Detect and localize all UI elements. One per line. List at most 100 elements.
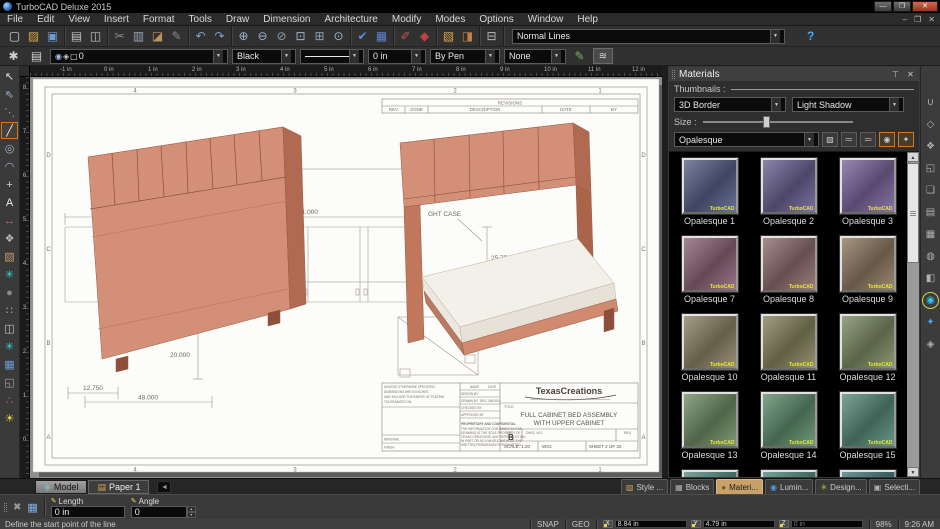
material-item[interactable]: TurboCAD Opalesque 3 — [828, 152, 907, 230]
material-swatch[interactable]: TurboCAD — [840, 392, 896, 448]
menu-item[interactable]: Modify — [385, 13, 428, 26]
scrollbar-thumb[interactable] — [907, 163, 919, 263]
menu-item[interactable]: Tools — [182, 13, 219, 26]
menu-item[interactable]: Architecture — [318, 13, 385, 26]
menu-item[interactable]: Options — [472, 13, 520, 26]
vertical-ruler[interactable]: 876543210 — [20, 77, 30, 478]
arc-tool[interactable]: ◠ — [1, 158, 18, 175]
calculator-icon[interactable]: ▦ — [27, 501, 37, 514]
ruler-corner[interactable] — [20, 66, 30, 77]
blend-tool[interactable]: ❖ — [922, 138, 939, 155]
chevron-down-icon[interactable]: ▼ — [771, 98, 781, 111]
menu-item[interactable]: Format — [136, 13, 182, 26]
palette-tab[interactable]: ● Materi... — [716, 479, 763, 494]
menu-item[interactable]: View — [61, 13, 97, 26]
material-swatch[interactable]: TurboCAD — [682, 314, 738, 370]
document-tab[interactable]: ◈ Model — [35, 480, 87, 494]
coordinate-input[interactable]: 8.84 in — [615, 520, 687, 528]
material-item[interactable]: TurboCAD Opalesque 7 — [670, 230, 749, 308]
settings-gear-icon[interactable]: ✱ — [4, 47, 23, 65]
palette-tab[interactable]: ▦ Blocks — [670, 479, 714, 494]
material-swatch[interactable]: TurboCAD — [682, 158, 738, 214]
workspace-icon[interactable]: ⊟ — [482, 27, 501, 45]
materials-scrollbar[interactable]: ▲ ▼ — [907, 152, 919, 477]
chevron-down-icon[interactable]: ▼ — [281, 50, 291, 63]
target-snap-tool[interactable]: ◉ — [922, 292, 939, 309]
facet-editor-tool[interactable]: ✳ — [1, 266, 18, 283]
shadow-style-combo[interactable]: Light Shadow ▼ — [792, 97, 904, 112]
chevron-down-icon[interactable]: ▼ — [411, 50, 421, 63]
new-file-icon[interactable]: ▢ — [5, 27, 24, 45]
format-painter-icon[interactable]: ✎ — [167, 27, 186, 45]
material-swatch[interactable]: TurboCAD — [761, 158, 817, 214]
zoom-full-icon[interactable]: ⊙ — [329, 27, 348, 45]
material-swatch[interactable]: TurboCAD — [761, 470, 817, 477]
snap-check-icon[interactable]: ✔ — [353, 27, 372, 45]
extrude-tool[interactable]: ◫ — [1, 320, 18, 337]
material-item[interactable]: TurboCAD Opalesque 11 — [749, 308, 828, 386]
assemble-tool[interactable]: ◱ — [1, 374, 18, 391]
geo-toggle[interactable]: GEO — [565, 519, 596, 529]
material-item[interactable]: TurboCAD Opalesque 14 — [749, 386, 828, 464]
menu-item[interactable]: Draw — [219, 13, 256, 26]
menu-item[interactable]: Window — [521, 13, 571, 26]
sphere-3d-tool[interactable]: ● — [1, 284, 18, 301]
zoom-previous-icon[interactable]: ⊘ — [272, 27, 291, 45]
line-width-combo[interactable]: 0 in ▼ — [368, 49, 426, 64]
half-section-tool[interactable]: ◧ — [922, 270, 939, 287]
panel-grip[interactable] — [672, 70, 675, 79]
copy-solid-tool[interactable]: ❏ — [922, 182, 939, 199]
print-preview-icon[interactable]: ◫ — [86, 27, 105, 45]
palette-tab[interactable]: ▣ Selecti... — [869, 479, 920, 494]
zoom-extents-icon[interactable]: ⊞ — [310, 27, 329, 45]
material-item[interactable]: TurboCAD Opalesque 9 — [828, 230, 907, 308]
new-category-button[interactable]: ▨ — [822, 132, 838, 147]
document-tab[interactable]: ▤ Paper 1 — [88, 480, 149, 494]
compass-icon[interactable]: ◆ — [415, 27, 434, 45]
copy-icon[interactable]: ▥ — [129, 27, 148, 45]
material-swatch[interactable]: TurboCAD — [682, 236, 738, 292]
sort-descending-button[interactable]: ≕ — [860, 132, 876, 147]
pattern-3d-tool[interactable]: ◈ — [922, 336, 939, 353]
pen-color-combo[interactable]: Black ▼ — [232, 49, 296, 64]
border-style-combo[interactable]: 3D Border ▼ — [674, 97, 786, 112]
slider-handle[interactable] — [763, 116, 770, 128]
chevron-down-icon[interactable]: ▼ — [213, 50, 223, 63]
paste-icon[interactable]: ◪ — [148, 27, 167, 45]
help-button[interactable]: ? — [807, 29, 814, 43]
line-style-combo[interactable]: Normal Lines ▼ — [512, 29, 785, 44]
edit-pen-icon[interactable]: ✎ — [570, 47, 589, 65]
surface-editor-tool[interactable]: ✳ — [1, 338, 18, 355]
menu-item[interactable]: Edit — [30, 13, 61, 26]
polyline-tool[interactable]: ⋱ — [1, 104, 18, 121]
material-item[interactable]: TurboCAD Opalesque 13 — [670, 386, 749, 464]
chevron-down-icon[interactable]: ▼ — [804, 133, 814, 146]
array-tool[interactable]: ∷ — [1, 302, 18, 319]
shell-tool[interactable]: ◱ — [922, 160, 939, 177]
material-swatch[interactable]: TurboCAD — [840, 236, 896, 292]
snap-toggle[interactable]: SNAP — [530, 519, 565, 529]
doc-close-button[interactable]: ✕ — [928, 15, 935, 24]
material-swatch[interactable]: TurboCAD — [682, 470, 738, 477]
scroll-down-icon[interactable]: ▼ — [907, 467, 919, 477]
line-pattern-combo[interactable]: ▼ — [300, 49, 364, 64]
close-icon[interactable]: ✕ — [905, 70, 916, 79]
sweep-tool[interactable]: ∪ — [922, 94, 939, 111]
coordinate-input[interactable]: 4.79 in — [703, 520, 775, 528]
chevron-down-icon[interactable]: ▼ — [770, 30, 780, 43]
material-item[interactable]: TurboCAD Opalesque 1 — [670, 152, 749, 230]
line-tool[interactable]: ╱ — [1, 122, 18, 139]
length-input[interactable]: 0 in — [51, 506, 125, 518]
material-item[interactable]: TurboCAD — [749, 464, 828, 477]
toolbar-grip[interactable] — [4, 503, 7, 512]
show-colors-toggle[interactable]: ◉ — [879, 132, 895, 147]
horizontal-ruler[interactable]: -1 in0 in1 in2 in3 in4 in5 in6 in7 in8 i… — [30, 66, 662, 77]
layer-combo[interactable]: ◉ ◈ ▢ 0 ▼ — [50, 49, 228, 64]
open-file-icon[interactable]: ▨ — [24, 27, 43, 45]
layers-icon[interactable]: ▤ — [27, 47, 46, 65]
tab-scroll-left-button[interactable]: ◄ — [157, 481, 171, 493]
minimize-button[interactable]: — — [874, 1, 892, 12]
material-swatch[interactable]: TurboCAD — [761, 392, 817, 448]
spin-down-icon[interactable]: ▾ — [187, 512, 196, 518]
menu-item[interactable]: Dimension — [256, 13, 317, 26]
